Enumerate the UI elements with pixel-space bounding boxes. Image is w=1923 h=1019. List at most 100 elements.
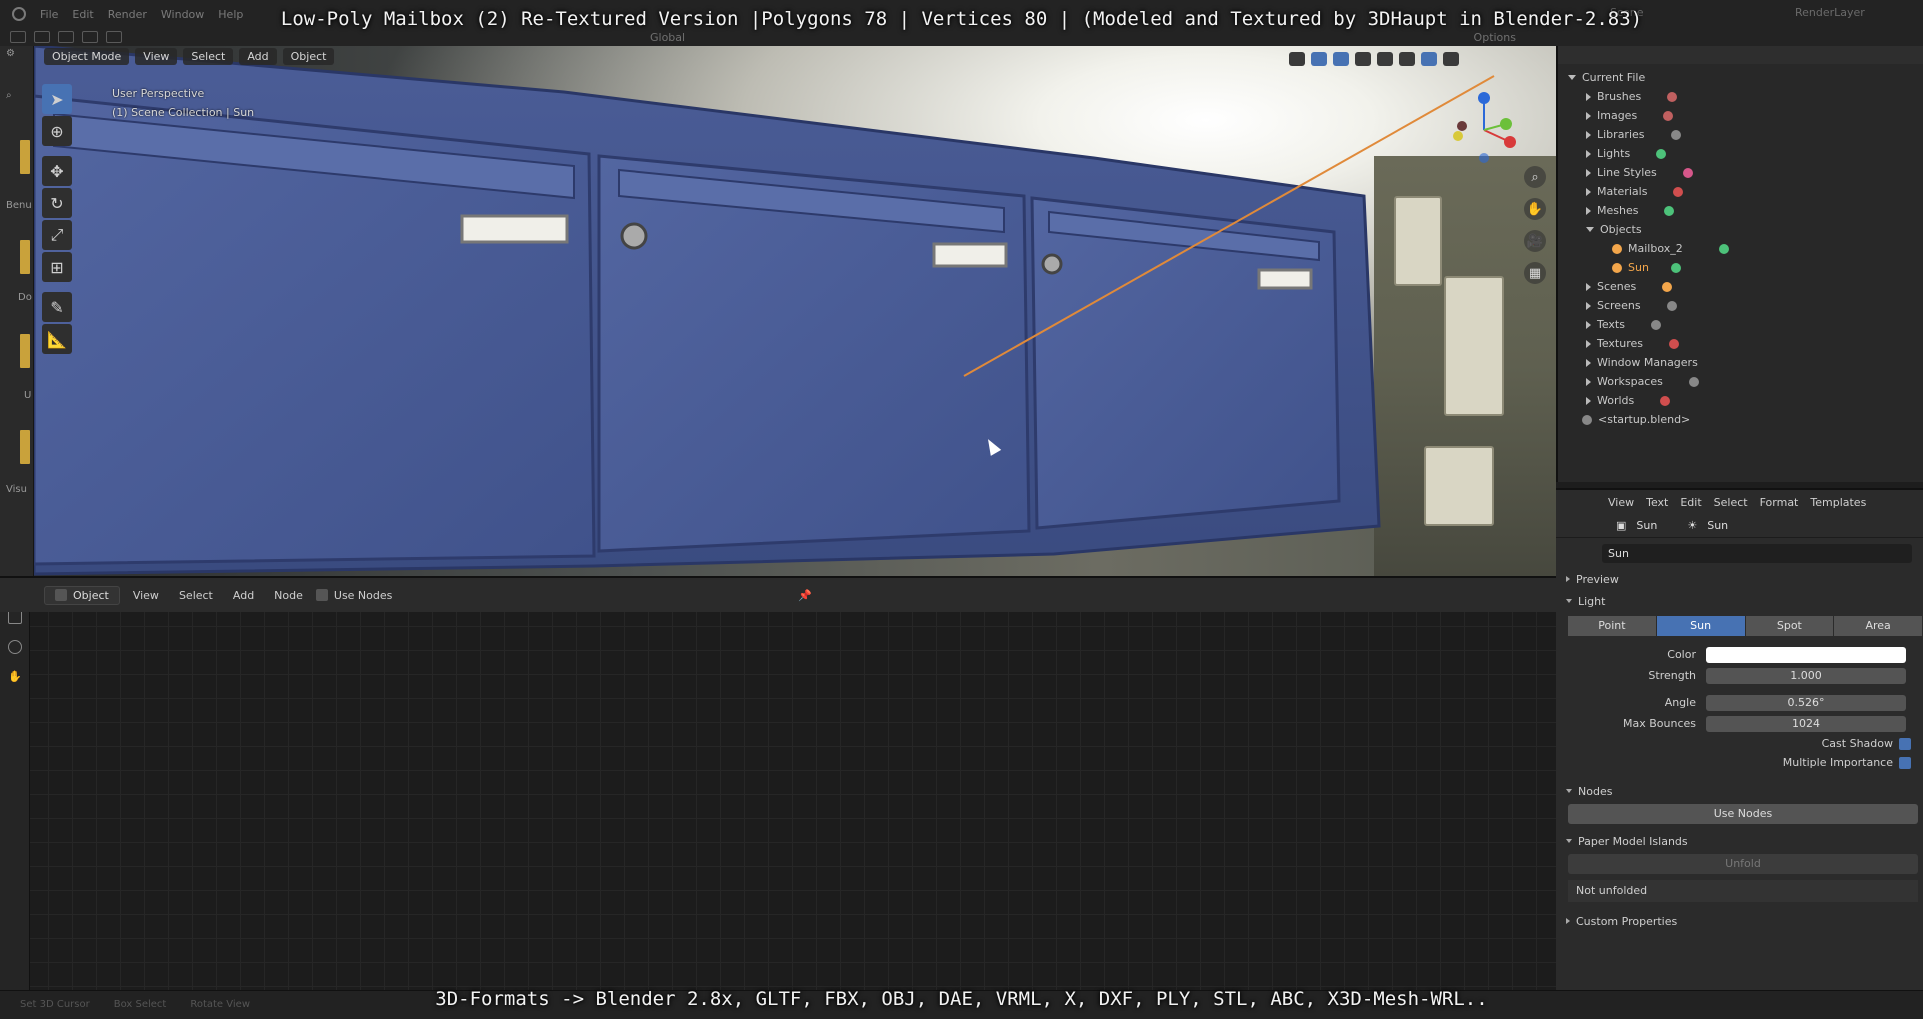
viewport-menu-select[interactable]: Select [183, 47, 234, 65]
outliner-item-scenes[interactable]: Scenes [1568, 277, 1923, 296]
object-mode-dropdown[interactable]: Object Mode [44, 47, 130, 65]
breadcrumb-object[interactable]: Sun [1636, 519, 1657, 532]
image-icon[interactable] [8, 610, 22, 624]
menu-help[interactable]: Help [218, 8, 243, 21]
outliner-item-libraries[interactable]: Libraries [1568, 125, 1923, 144]
pin-icon[interactable]: 📌 [798, 589, 812, 602]
annotate-tool-icon[interactable]: ✎ [42, 292, 72, 322]
wireframe-shading-icon[interactable] [1377, 52, 1393, 66]
node-menu-view[interactable]: View [126, 587, 166, 604]
grid-ortho-icon[interactable]: ▦ [1524, 262, 1546, 284]
outliner-item-window-managers[interactable]: Window Managers [1568, 353, 1923, 372]
outliner-root[interactable]: Current File [1568, 68, 1923, 87]
text-menu-templates[interactable]: Templates [1810, 496, 1866, 509]
node-editor[interactable]: ✋ Object View Select Add Node Use Nodes … [0, 576, 1556, 992]
menu-render[interactable]: Render [108, 8, 147, 21]
outliner-item-startup[interactable]: <startup.blend> [1568, 410, 1923, 429]
node-menu-node[interactable]: Node [267, 587, 310, 604]
light-name-field[interactable]: Sun [1602, 543, 1912, 563]
editor-type-icon[interactable] [10, 31, 26, 43]
navigation-gizmo[interactable] [1444, 86, 1524, 166]
move-tool-icon[interactable]: ✥ [42, 156, 72, 186]
camera-view-icon[interactable]: 🎥 [1524, 230, 1546, 252]
angle-field[interactable]: 0.526° [1706, 694, 1906, 711]
mode-new-icon[interactable] [58, 31, 74, 43]
file-thumb[interactable] [20, 240, 30, 274]
text-menu-select[interactable]: Select [1714, 496, 1748, 509]
zoom-icon[interactable]: ⌕ [1524, 166, 1546, 188]
scale-tool-icon[interactable]: ⤢ [42, 220, 72, 250]
gear-icon[interactable]: ⚙ [6, 48, 15, 59]
file-thumb[interactable] [20, 140, 30, 174]
section-light[interactable]: Light [1556, 590, 1923, 612]
visibility-icon[interactable] [1289, 52, 1305, 66]
outliner-item-images[interactable]: Images [1568, 106, 1923, 125]
blender-logo-icon[interactable] [12, 7, 26, 21]
outliner-item-screens[interactable]: Screens [1568, 296, 1923, 315]
mailbox-model[interactable] [34, 46, 1556, 576]
viewport-menu-view[interactable]: View [135, 47, 178, 65]
use-nodes-button[interactable]: Use Nodes [1568, 804, 1918, 824]
menu-file[interactable]: File [40, 8, 58, 21]
viewport-menu-object[interactable]: Object [282, 47, 335, 65]
render-layer-selector[interactable]: RenderLayer [1795, 6, 1865, 19]
outliner-item-meshes[interactable]: Meshes [1568, 201, 1923, 220]
outliner-item-worlds[interactable]: Worlds [1568, 391, 1923, 410]
measure-tool-icon[interactable]: 📐 [42, 324, 72, 354]
node-menu-add[interactable]: Add [226, 587, 261, 604]
zoom-icon[interactable] [8, 640, 22, 654]
cursor-tool-icon[interactable]: ⊕ [42, 116, 72, 146]
strength-field[interactable]: 1.000 [1706, 667, 1906, 684]
outliner-item-lights[interactable]: Lights [1568, 144, 1923, 163]
gizmo-toggle-icon[interactable] [1311, 52, 1327, 66]
text-menu-text[interactable]: Text [1646, 496, 1668, 509]
outliner-item-texts[interactable]: Texts [1568, 315, 1923, 334]
mode-subtract-icon[interactable] [106, 31, 122, 43]
select-tool-icon[interactable]: ➤ [42, 84, 72, 114]
section-custom-properties[interactable]: Custom Properties [1556, 910, 1923, 932]
file-thumb[interactable] [20, 334, 30, 368]
scene-selector[interactable]: Scene [1610, 6, 1644, 19]
light-type-sun[interactable]: Sun [1656, 616, 1746, 636]
options-button[interactable]: Options [1474, 31, 1516, 44]
menu-edit[interactable]: Edit [72, 8, 93, 21]
search-icon[interactable]: ⌕ [6, 90, 12, 101]
transform-tool-icon[interactable]: ⊞ [42, 252, 72, 282]
menu-window[interactable]: Window [161, 8, 204, 21]
outliner-item-textures[interactable]: Textures [1568, 334, 1923, 353]
section-nodes[interactable]: Nodes [1556, 780, 1923, 802]
solid-shading-icon[interactable] [1399, 52, 1415, 66]
outliner-item-workspaces[interactable]: Workspaces [1568, 372, 1923, 391]
light-type-point[interactable]: Point [1568, 616, 1657, 636]
unfold-button[interactable]: Unfold [1568, 854, 1918, 874]
section-preview[interactable]: Preview [1556, 568, 1923, 590]
viewport-menu-add[interactable]: Add [239, 47, 277, 65]
section-paper-model[interactable]: Paper Model Islands [1556, 830, 1923, 852]
multiple-importance-checkbox[interactable] [1899, 756, 1911, 769]
max-bounces-field[interactable]: 1024 [1706, 715, 1906, 732]
pan-hand-icon[interactable]: ✋ [8, 670, 22, 684]
cast-shadow-checkbox[interactable] [1899, 737, 1911, 750]
text-menu-view[interactable]: View [1608, 496, 1634, 509]
light-type-area[interactable]: Area [1834, 616, 1923, 636]
material-shading-icon[interactable] [1421, 52, 1437, 66]
text-menu-edit[interactable]: Edit [1680, 496, 1701, 509]
outliner-item-objects[interactable]: Objects [1568, 220, 1923, 239]
3d-viewport[interactable]: Object Mode View Select Add Object User … [34, 46, 1556, 576]
use-nodes-checkbox[interactable] [315, 589, 328, 601]
breadcrumb-data[interactable]: Sun [1707, 519, 1728, 532]
outliner-item-brushes[interactable]: Brushes [1568, 87, 1923, 106]
file-thumb[interactable] [20, 430, 30, 464]
outliner-item-materials[interactable]: Materials [1568, 182, 1923, 201]
light-type-spot[interactable]: Spot [1745, 616, 1835, 636]
outliner-item-linestyles[interactable]: Line Styles [1568, 163, 1923, 182]
rendered-shading-icon[interactable] [1443, 52, 1459, 66]
node-menu-select[interactable]: Select [172, 587, 220, 604]
transform-orientation[interactable]: Global [650, 31, 685, 44]
node-object-type-dropdown[interactable]: Object [44, 585, 120, 605]
text-menu-format[interactable]: Format [1760, 496, 1799, 509]
pan-hand-icon[interactable]: ✋ [1524, 198, 1546, 220]
xray-icon[interactable] [1355, 52, 1371, 66]
overlay-toggle-icon[interactable] [1333, 52, 1349, 66]
color-swatch[interactable] [1706, 646, 1906, 663]
